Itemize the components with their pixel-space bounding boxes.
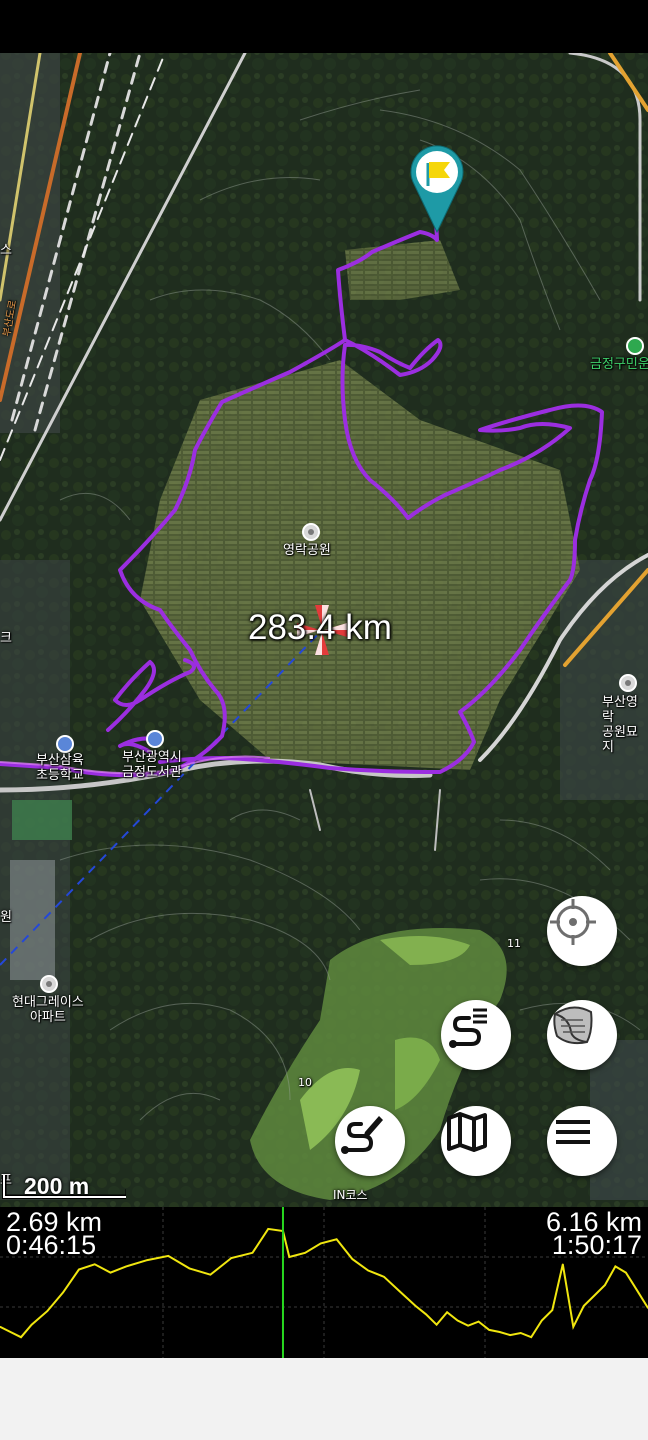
elevation-point <box>467 1324 469 1327</box>
elevation-point <box>456 1319 459 1322</box>
elevation-point <box>367 1269 370 1272</box>
crosshair-icon <box>550 899 596 945</box>
map-button[interactable] <box>441 1106 511 1176</box>
elevation-point <box>167 1255 170 1257</box>
elevation-point <box>46 1310 49 1312</box>
distance-readout: 283.4 km <box>248 608 392 647</box>
elevation-point <box>267 1228 270 1230</box>
in-course-label: IN코스 <box>333 1188 368 1202</box>
elevation-point <box>530 1336 532 1338</box>
elevation-point <box>562 1263 564 1266</box>
elevation-point <box>125 1265 127 1268</box>
elevation-point <box>425 1313 427 1316</box>
layers-button[interactable] <box>547 1000 617 1070</box>
map-view[interactable]: 영락공원 부산삼육 초등학교 부산광역시 금정도서관 현대그레이스 아파트 부산… <box>0 53 648 1207</box>
elevation-point <box>614 1265 617 1268</box>
school-label: 부산삼육 초등학교 <box>36 753 84 783</box>
edit-route-button[interactable] <box>335 1106 405 1176</box>
elevation-point <box>335 1238 338 1241</box>
track-list-button[interactable] <box>441 1000 511 1070</box>
elevation-point <box>519 1332 522 1334</box>
status-bar <box>0 0 648 53</box>
elevation-point <box>398 1290 401 1293</box>
elevation-point <box>583 1305 585 1307</box>
district-office-poi-icon[interactable] <box>626 337 644 355</box>
cemetery-label: 부산영락 공원묘지 <box>602 695 638 755</box>
elevation-point <box>320 1242 322 1245</box>
elevation-point <box>383 1276 385 1278</box>
cemetery-poi-icon[interactable] <box>619 674 637 692</box>
hole-11-label: 11 <box>507 937 521 950</box>
elevation-point <box>188 1267 191 1270</box>
elevation-point <box>9 1331 12 1333</box>
elevation-point <box>498 1331 501 1333</box>
menu-button[interactable] <box>547 1106 617 1176</box>
right-time: 1:50:17 <box>551 1230 642 1260</box>
elevation-point <box>209 1273 212 1276</box>
elevation-point <box>625 1271 627 1274</box>
park-label: 영락공원 <box>283 543 331 558</box>
elevation-point <box>509 1334 512 1336</box>
elevation-point <box>551 1309 554 1311</box>
elevation-point <box>635 1288 638 1291</box>
elevation-point <box>414 1305 417 1307</box>
elevation-point <box>20 1336 22 1338</box>
elevation-point <box>477 1320 480 1323</box>
scale-label: 200 m <box>24 1173 90 1199</box>
edge-label-3: 원 <box>0 910 12 925</box>
menu-icon <box>556 1120 590 1144</box>
elevation-point <box>435 1323 438 1326</box>
district-office-label: 금정구민운 <box>590 357 648 372</box>
school-poi-icon[interactable] <box>56 735 74 753</box>
map-icon <box>447 1112 487 1152</box>
hole-10-label: 10 <box>298 1076 312 1089</box>
elevation-point <box>146 1259 149 1261</box>
layers-icon <box>553 1006 593 1045</box>
elevation-point <box>488 1329 491 1331</box>
left-time: 0:46:15 <box>6 1230 97 1260</box>
elevation-point <box>541 1319 543 1322</box>
elevation-point <box>351 1258 354 1260</box>
elevation-point <box>572 1326 575 1328</box>
apartment-label: 현대그레이스 아파트 <box>12 995 84 1025</box>
elevation-point <box>604 1284 606 1286</box>
elevation-chart[interactable]: 2.69 km 0:46:15 6.16 km 1:50:17 <box>0 1207 648 1358</box>
locate-button[interactable] <box>547 896 617 966</box>
elevation-point <box>109 1271 112 1274</box>
library-poi-icon[interactable] <box>146 730 164 748</box>
elevation-point <box>446 1311 448 1313</box>
elevation-point <box>593 1294 596 1297</box>
edge-label-2: 크 <box>0 631 12 646</box>
bottom-area <box>0 1358 648 1440</box>
apartment-poi-icon[interactable] <box>40 975 58 993</box>
elevation-point <box>288 1256 291 1258</box>
elevation-point <box>30 1323 33 1326</box>
elevation-point <box>304 1252 306 1254</box>
elevation-point <box>93 1263 96 1266</box>
edge-label-1: 스 <box>0 243 12 258</box>
elevation-point <box>251 1252 254 1254</box>
library-label: 부산광역시 금정도서관 <box>122 750 182 780</box>
elevation-point <box>78 1268 80 1271</box>
park-poi-icon[interactable] <box>302 523 320 541</box>
track-list-icon <box>449 1008 487 1048</box>
elevation-point <box>62 1291 64 1294</box>
elevation-point <box>230 1257 233 1259</box>
edit-route-icon <box>341 1116 383 1154</box>
